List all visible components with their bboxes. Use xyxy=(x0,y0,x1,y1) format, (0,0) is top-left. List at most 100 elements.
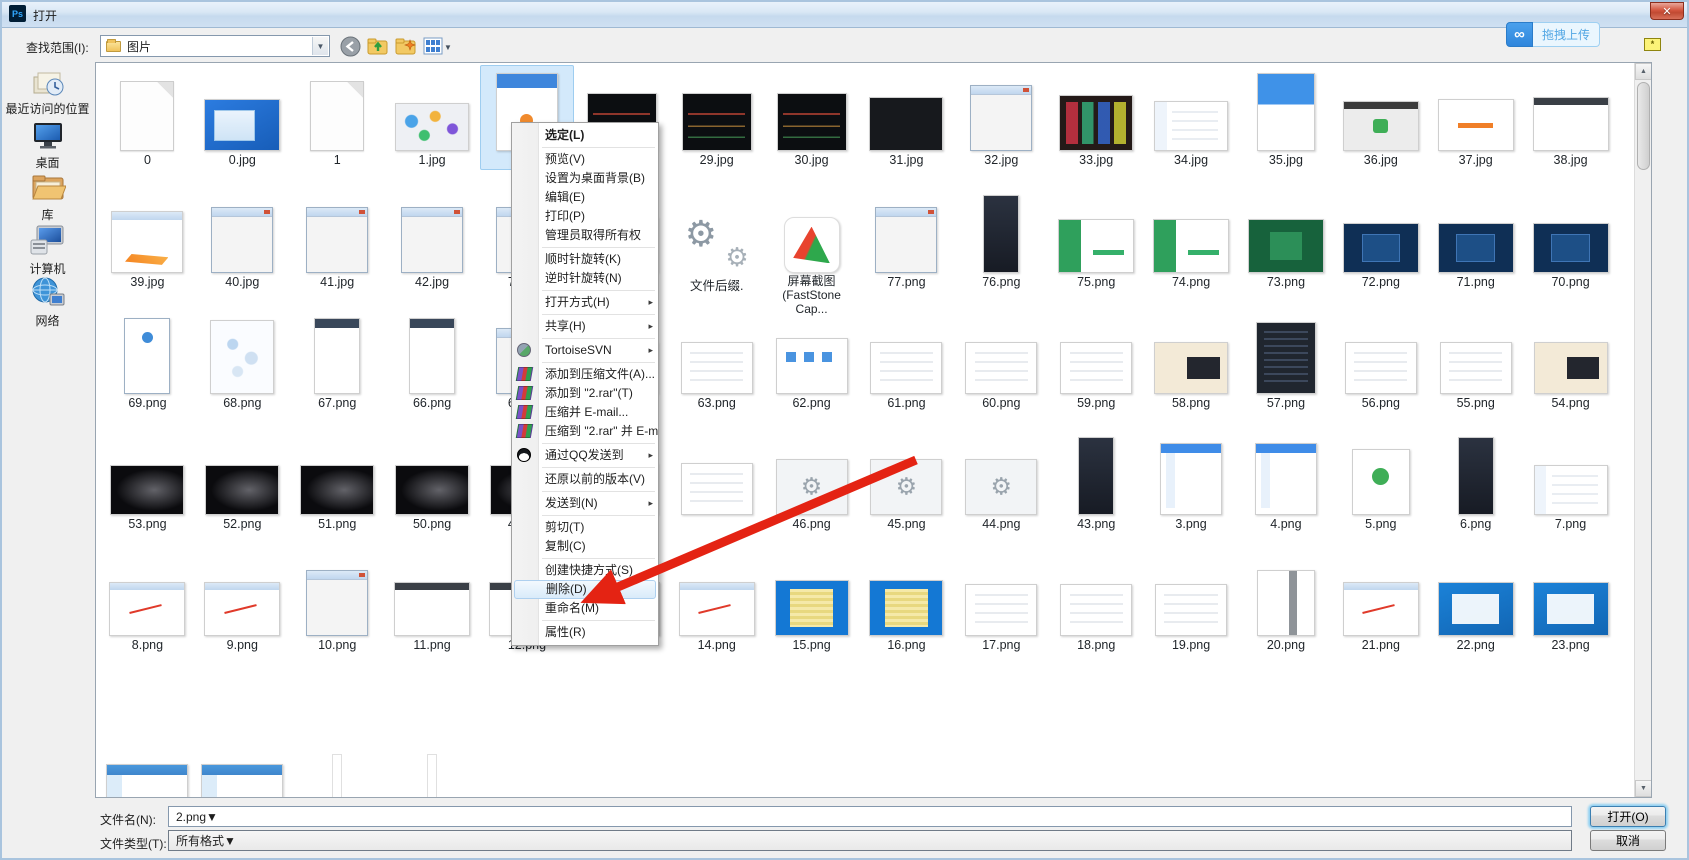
cancel-button[interactable]: 取消 xyxy=(1590,830,1666,851)
menu-item[interactable]: 压缩到 "2.rar" 并 E-mail xyxy=(512,422,658,441)
file-item[interactable]: 76.png xyxy=(954,187,1049,318)
file-item[interactable]: 57.png xyxy=(1239,308,1334,413)
menu-item[interactable]: 重命名(M) xyxy=(512,599,658,618)
vertical-scrollbar[interactable]: ▲ ▼ xyxy=(1634,63,1651,797)
file-item[interactable]: 73.png xyxy=(1239,187,1334,318)
view-menu-button[interactable] xyxy=(421,34,445,58)
file-item[interactable]: 35.jpg xyxy=(1239,65,1334,170)
file-item[interactable]: 20.png xyxy=(1239,550,1334,655)
menu-item[interactable]: 顺时针旋转(K) xyxy=(512,250,658,269)
menu-item[interactable]: 逆时针旋转(N) xyxy=(512,269,658,288)
capture-folder-icon[interactable]: * xyxy=(1644,38,1661,51)
file-item[interactable]: 66.png xyxy=(385,308,480,413)
close-icon[interactable]: ✕ xyxy=(1650,2,1684,20)
menu-item[interactable]: 打印(P) xyxy=(512,207,658,226)
menu-item[interactable]: 压缩并 E-mail... xyxy=(512,403,658,422)
file-item[interactable]: 11.png xyxy=(385,550,480,655)
file-item[interactable]: 31.jpg xyxy=(859,65,954,170)
menu-item[interactable]: 共享(H)▸ xyxy=(512,317,658,336)
file-item[interactable]: 36.jpg xyxy=(1333,65,1428,170)
menu-item[interactable]: 发送到(N)▸ xyxy=(512,494,658,513)
menu-item[interactable]: TortoiseSVN▸ xyxy=(512,341,658,360)
file-item[interactable]: 22.png xyxy=(1428,550,1523,655)
file-item[interactable]: 1.jpg xyxy=(385,65,480,170)
file-item[interactable]: 77.png xyxy=(859,187,954,318)
file-item[interactable]: 54.png xyxy=(1523,308,1618,413)
file-item[interactable]: 40.jpg xyxy=(195,187,290,318)
file-item[interactable]: 38.jpg xyxy=(1523,65,1618,170)
file-item[interactable]: 51.png xyxy=(290,429,385,534)
menu-item[interactable]: 通过QQ发送到▸ xyxy=(512,446,658,465)
chevron-down-icon[interactable]: ▼ xyxy=(444,43,452,52)
menu-item[interactable]: 剪切(T) xyxy=(512,518,658,537)
scrollbar-down-icon[interactable]: ▼ xyxy=(1635,780,1652,797)
file-item[interactable]: 39.jpg xyxy=(100,187,195,318)
file-item[interactable]: 71.png xyxy=(1428,187,1523,318)
file-item[interactable] xyxy=(385,740,480,798)
file-item[interactable]: 74.png xyxy=(1144,187,1239,318)
file-item[interactable]: 59.png xyxy=(1049,308,1144,413)
menu-item[interactable]: 预览(V) xyxy=(512,150,658,169)
file-item[interactable] xyxy=(669,429,764,534)
file-item[interactable]: 0.jpg xyxy=(195,65,290,170)
menu-item[interactable]: 还原以前的版本(V) xyxy=(512,470,658,489)
file-item[interactable]: 文件后缀. xyxy=(669,187,764,318)
file-item[interactable]: 56.png xyxy=(1333,308,1428,413)
file-item[interactable]: 67.png xyxy=(290,308,385,413)
file-item[interactable] xyxy=(195,740,290,798)
up-one-level-button[interactable] xyxy=(366,34,390,58)
file-item[interactable]: 33.jpg xyxy=(1049,65,1144,170)
chevron-down-icon[interactable]: ▼ xyxy=(224,834,236,848)
file-item[interactable]: 15.png xyxy=(764,550,859,655)
look-in-dropdown[interactable]: 图片 ▼ xyxy=(100,35,330,57)
scrollbar-up-icon[interactable]: ▲ xyxy=(1635,63,1652,80)
file-item[interactable]: 42.jpg xyxy=(385,187,480,318)
file-item[interactable]: 72.png xyxy=(1333,187,1428,318)
file-item[interactable]: 53.png xyxy=(100,429,195,534)
menu-item[interactable]: 选定(L) xyxy=(512,126,658,145)
chevron-down-icon[interactable]: ▼ xyxy=(206,810,218,824)
file-item[interactable]: 60.png xyxy=(954,308,1049,413)
file-item[interactable]: 5.png xyxy=(1333,429,1428,534)
file-item[interactable]: 29.jpg xyxy=(669,65,764,170)
file-item[interactable] xyxy=(100,740,195,798)
file-item[interactable]: 18.png xyxy=(1049,550,1144,655)
file-item[interactable]: 63.png xyxy=(669,308,764,413)
sidebar-item-libraries[interactable]: 库 xyxy=(0,172,95,223)
file-item[interactable]: 43.png xyxy=(1049,429,1144,534)
sidebar-item-computer[interactable]: 计算机 xyxy=(0,224,95,277)
file-item[interactable]: 55.png xyxy=(1428,308,1523,413)
menu-item[interactable]: 打开方式(H)▸ xyxy=(512,293,658,312)
file-item[interactable]: 32.jpg xyxy=(954,65,1049,170)
open-button[interactable]: 打开(O) xyxy=(1590,806,1666,827)
file-item[interactable]: 37.jpg xyxy=(1428,65,1523,170)
file-item[interactable]: 10.png xyxy=(290,550,385,655)
file-item[interactable]: 14.png xyxy=(669,550,764,655)
menu-item[interactable]: 添加到 "2.rar"(T) xyxy=(512,384,658,403)
menu-item[interactable]: 编辑(E) xyxy=(512,188,658,207)
menu-item[interactable]: 添加到压缩文件(A)... xyxy=(512,365,658,384)
file-item[interactable]: 7.png xyxy=(1523,429,1618,534)
file-item[interactable]: 62.png xyxy=(764,308,859,413)
sidebar-item-desktop[interactable]: 桌面 xyxy=(0,120,95,171)
file-item[interactable]: 6.png xyxy=(1428,429,1523,534)
filetype-dropdown[interactable]: 所有格式 ▼ xyxy=(168,830,1572,851)
file-item[interactable] xyxy=(290,740,385,798)
back-button[interactable] xyxy=(338,34,362,58)
file-item[interactable]: 58.png xyxy=(1144,308,1239,413)
sidebar-item-network[interactable]: 网络 xyxy=(0,276,95,329)
file-item[interactable]: 52.png xyxy=(195,429,290,534)
file-item[interactable]: 46.png xyxy=(764,429,859,534)
file-item[interactable]: 1 xyxy=(290,65,385,170)
file-item[interactable]: 23.png xyxy=(1523,550,1618,655)
file-item[interactable]: 16.png xyxy=(859,550,954,655)
file-item[interactable]: 34.jpg xyxy=(1144,65,1239,170)
filename-input[interactable]: 2.png ▼ xyxy=(168,806,1572,827)
file-item[interactable]: 50.png xyxy=(385,429,480,534)
file-item[interactable]: 4.png xyxy=(1239,429,1334,534)
file-item[interactable]: 8.png xyxy=(100,550,195,655)
file-item[interactable]: 75.png xyxy=(1049,187,1144,318)
file-item[interactable]: 44.png xyxy=(954,429,1049,534)
menu-item[interactable]: 创建快捷方式(S) xyxy=(512,561,658,580)
file-item[interactable]: 45.png xyxy=(859,429,954,534)
